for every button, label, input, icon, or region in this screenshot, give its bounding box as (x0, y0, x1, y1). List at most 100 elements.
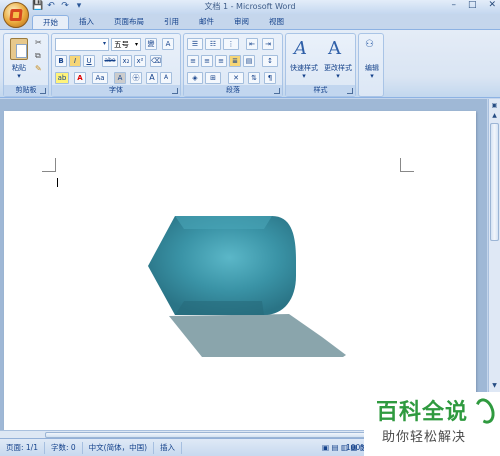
sort-icon[interactable]: ⇅ (248, 72, 260, 84)
styles-group: A A 快速样式 更改样式 ▾ ▾ 样式 (285, 33, 356, 97)
align-right-icon[interactable]: ≡ (215, 55, 227, 67)
vertical-scroll-thumb[interactable] (490, 123, 499, 241)
shading-icon[interactable]: ◈ (187, 72, 203, 84)
scroll-down-icon[interactable]: ▼ (490, 381, 499, 390)
chevron-down-icon[interactable]: ▾ (287, 72, 321, 80)
copy-icon[interactable]: ⧉ (35, 51, 41, 61)
minimize-button[interactable]: – (451, 0, 456, 10)
tab-references[interactable]: 引用 (154, 15, 189, 29)
borders-icon[interactable]: ⊞ (205, 72, 221, 84)
quick-styles-icon[interactable]: A (294, 38, 307, 59)
document-workspace (0, 99, 487, 431)
paste-dropdown-icon[interactable]: ▾ (6, 72, 32, 80)
chevron-down-icon: ▾ (134, 41, 138, 48)
clipboard-group: 粘贴 ▾ ✂ ⧉ ✎ 剪贴板 (3, 33, 49, 97)
cut-icon[interactable]: ✂ (35, 38, 42, 47)
shape-bevel-facet (175, 216, 272, 229)
status-insert-mode[interactable]: 插入 (154, 441, 183, 454)
watermark-logo-icon (472, 395, 498, 427)
italic-button[interactable]: I (69, 55, 81, 67)
enclosed-char-icon[interactable]: ㊉ (130, 72, 142, 84)
format-painter-icon[interactable]: ✎ (35, 64, 42, 73)
editing-group: ⚇ 编辑 ▾ (358, 33, 384, 97)
show-marks-icon[interactable]: ¶ (264, 72, 276, 84)
vertical-scrollbar[interactable]: ▣ ▲ ▼ ⇞ ● ⇟ (488, 99, 500, 430)
underline-button[interactable]: U (83, 55, 95, 67)
customize-qat-icon[interactable]: ▾ (74, 1, 84, 11)
beveled-shape[interactable] (148, 216, 296, 315)
multilevel-list-icon[interactable]: ⋮ (223, 38, 239, 50)
clear-format-icon[interactable]: ⌫ (150, 55, 162, 67)
watermark-title: 百科全说 (376, 400, 469, 425)
decrease-indent-icon[interactable]: ⇤ (246, 38, 258, 50)
change-case-button[interactable]: Aa (92, 72, 108, 84)
tab-view[interactable]: 视图 (259, 15, 294, 29)
font-name-select[interactable]: ▾ (55, 38, 109, 51)
bold-button[interactable]: B (55, 55, 67, 67)
tab-home[interactable]: 开始 (32, 15, 69, 29)
tab-page-layout[interactable]: 页面布局 (104, 15, 154, 29)
font-size-select[interactable]: 五号 ▾ (111, 38, 141, 51)
watermark: 百科全说 助你轻松解决 (364, 392, 500, 456)
ribbon-tabs: 开始 插入 页面布局 引用 邮件 审阅 视图 (32, 15, 294, 29)
grow-font-button[interactable]: A (146, 72, 158, 84)
paste-icon[interactable] (10, 38, 28, 60)
chevron-down-icon: ▾ (102, 40, 106, 47)
highlight-icon[interactable]: ab (55, 72, 69, 84)
paragraph-group-label: 段落 (184, 85, 282, 96)
paragraph-group: ☰ ☷ ⋮ ⇤ ⇥ ≡ ≡ ≡ ≣ ▤ ↕ ◈ ⊞ ✕ ⇅ ¶ 段落 (183, 33, 283, 97)
watermark-subtitle: 助你轻松解决 (382, 430, 467, 445)
undo-icon[interactable]: ↶ (46, 1, 56, 11)
shape-canvas (148, 216, 346, 357)
tab-review[interactable]: 审阅 (224, 15, 259, 29)
scroll-up-icon[interactable]: ▲ (490, 111, 499, 120)
tab-insert[interactable]: 插入 (69, 15, 104, 29)
maximize-button[interactable]: □ (468, 0, 477, 10)
office-logo-icon (9, 9, 23, 21)
paragraph-launcher-icon[interactable] (274, 88, 280, 94)
styles-group-label: 样式 (286, 85, 355, 96)
bullets-icon[interactable]: ☰ (187, 38, 203, 50)
superscript-button[interactable]: x² (134, 55, 146, 67)
strikethrough-button[interactable]: abe (102, 55, 118, 67)
font-group: ▾ 五号 ▾ 變 A B I U abe x₂ x² ⌫ ab A Aa A ㊉… (51, 33, 181, 97)
chinese-layout-icon[interactable]: ✕ (228, 72, 244, 84)
status-word-count[interactable]: 字数: 0 (45, 441, 83, 454)
distributed-icon[interactable]: ▤ (243, 55, 255, 67)
shape-bevel-facet (175, 301, 264, 315)
change-styles-icon[interactable]: A (328, 38, 341, 59)
font-color-button[interactable]: A (74, 72, 86, 84)
shape-shadow (169, 314, 346, 357)
chevron-down-icon[interactable]: ▾ (359, 72, 385, 80)
status-page[interactable]: 页面: 1/1 (0, 441, 45, 454)
title-bar: 文档 1 - Microsoft Word 💾 ↶ ↷ ▾ – □ ✕ (0, 0, 500, 14)
document-page[interactable] (4, 111, 476, 431)
status-language[interactable]: 中文(简体，中国) (83, 441, 155, 454)
ruler-toggle-icon[interactable]: ▣ (490, 101, 499, 110)
char-shading-button[interactable]: A (114, 72, 126, 84)
window-controls: – □ ✕ (451, 0, 496, 10)
increase-indent-icon[interactable]: ⇥ (262, 38, 274, 50)
align-left-icon[interactable]: ≡ (187, 55, 199, 67)
numbering-icon[interactable]: ☷ (205, 38, 221, 50)
office-button[interactable] (3, 2, 29, 28)
chevron-down-icon[interactable]: ▾ (320, 72, 356, 80)
binoculars-icon[interactable]: ⚇ (365, 39, 374, 50)
phonetic-guide-icon[interactable]: 變 (145, 38, 157, 50)
quick-access-toolbar: 💾 ↶ ↷ ▾ (32, 1, 84, 11)
font-launcher-icon[interactable] (172, 88, 178, 94)
styles-launcher-icon[interactable] (347, 88, 353, 94)
subscript-button[interactable]: x₂ (120, 55, 132, 67)
tab-mailings[interactable]: 邮件 (189, 15, 224, 29)
save-icon[interactable]: 💾 (32, 1, 43, 11)
clipboard-launcher-icon[interactable] (40, 88, 46, 94)
ribbon: 粘贴 ▾ ✂ ⧉ ✎ 剪贴板 ▾ 五号 ▾ 變 A B I U abe x₂ x… (0, 29, 500, 98)
font-size-value: 五号 (114, 40, 129, 49)
align-center-icon[interactable]: ≡ (201, 55, 213, 67)
line-spacing-icon[interactable]: ↕ (262, 55, 278, 67)
redo-icon[interactable]: ↷ (60, 1, 70, 11)
shrink-font-icon[interactable]: A (160, 72, 172, 84)
close-button[interactable]: ✕ (488, 0, 496, 10)
char-border-icon[interactable]: A (162, 38, 174, 50)
justify-icon[interactable]: ≣ (229, 55, 241, 67)
